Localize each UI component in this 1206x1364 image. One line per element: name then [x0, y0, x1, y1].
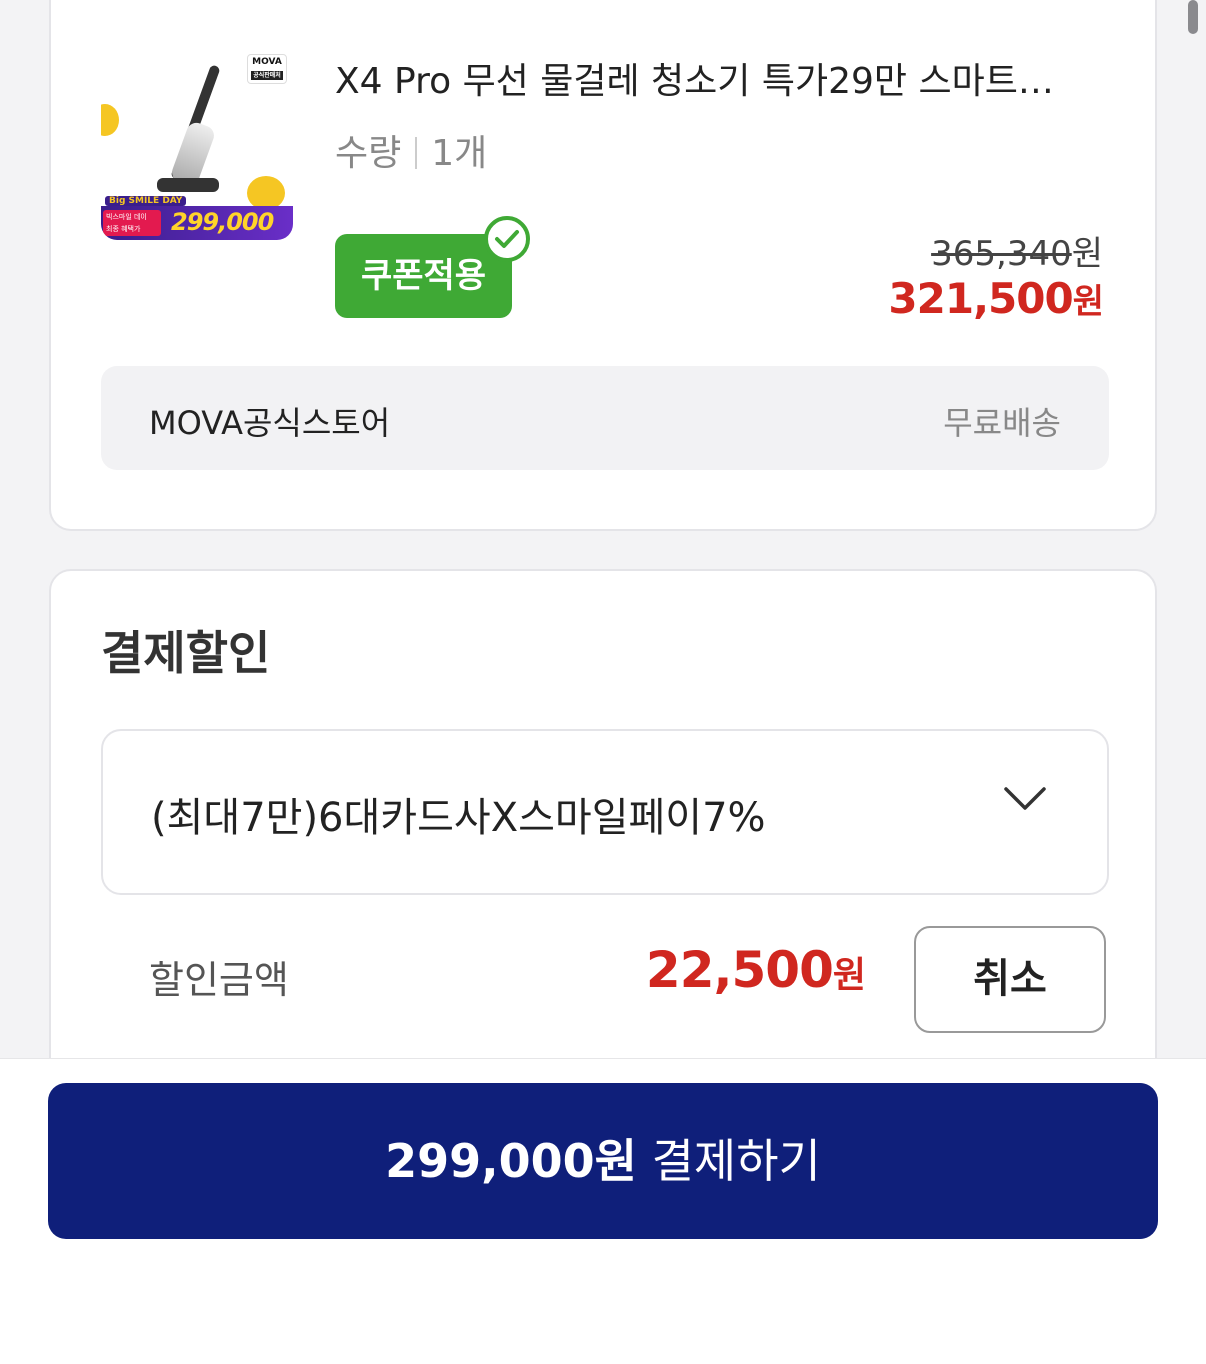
quantity: 수량 1개	[335, 124, 487, 176]
mascot-right-icon	[247, 176, 285, 210]
store-info-bar: MOVA공식스토어 무료배송	[101, 366, 1109, 470]
check-icon	[484, 216, 530, 262]
sale-price: 321,500원	[888, 274, 1104, 323]
event-logo: Big SMILE DAY	[105, 196, 187, 206]
mascot-left-icon	[101, 104, 119, 136]
scrollbar[interactable]	[1188, 0, 1198, 34]
checkout-page: MOVA 공식판매처 Big SMILE DAY 빅스마일 데이 최종 혜택가 …	[0, 0, 1206, 1364]
store-name[interactable]: MOVA공식스토어	[149, 398, 390, 444]
quantity-label: 수량	[335, 133, 402, 174]
section-title: 결제할인	[101, 626, 271, 680]
shipping-info: 무료배송	[943, 404, 1061, 442]
product-title[interactable]: X4 Pro 무선 물걸레 청소기 특가29만 스마트…	[335, 52, 1115, 104]
chevron-down-icon	[1004, 787, 1046, 810]
product-card: MOVA 공식판매처 Big SMILE DAY 빅스마일 데이 최종 혜택가 …	[49, 0, 1157, 531]
pay-action-label: 결제하기	[651, 1134, 821, 1188]
payment-discount-card: 결제할인 (최대7만)6대카드사X스마일페이7% 할인금액 22,500원 취소	[49, 569, 1157, 1089]
pay-button[interactable]: 299,000원 결제하기	[48, 1083, 1158, 1239]
brand-logo: MOVA 공식판매처	[247, 54, 287, 84]
selected-discount-option: (최대7만)6대카드사X스마일페이7%	[151, 795, 766, 841]
original-price: 365,340원	[931, 234, 1103, 274]
cancel-discount-button[interactable]: 취소	[914, 926, 1106, 1033]
discount-amount-label: 할인금액	[149, 958, 289, 1002]
discount-amount: 22,500원	[645, 941, 866, 999]
thumb-price-band: 빅스마일 데이 최종 혜택가 299,000	[101, 206, 293, 240]
product-thumbnail[interactable]: MOVA 공식판매처 Big SMILE DAY 빅스마일 데이 최종 혜택가 …	[101, 48, 293, 240]
bottom-action-bar: 299,000원 결제하기	[0, 1058, 1206, 1364]
thumb-price: 299,000	[171, 208, 274, 236]
divider	[415, 137, 418, 169]
thumb-event-tag: 빅스마일 데이 최종 혜택가	[103, 210, 161, 236]
discount-select[interactable]: (최대7만)6대카드사X스마일페이7%	[101, 729, 1109, 895]
vacuum-base	[157, 178, 219, 192]
quantity-value: 1개	[431, 133, 488, 174]
pay-amount: 299,000원	[385, 1134, 637, 1188]
